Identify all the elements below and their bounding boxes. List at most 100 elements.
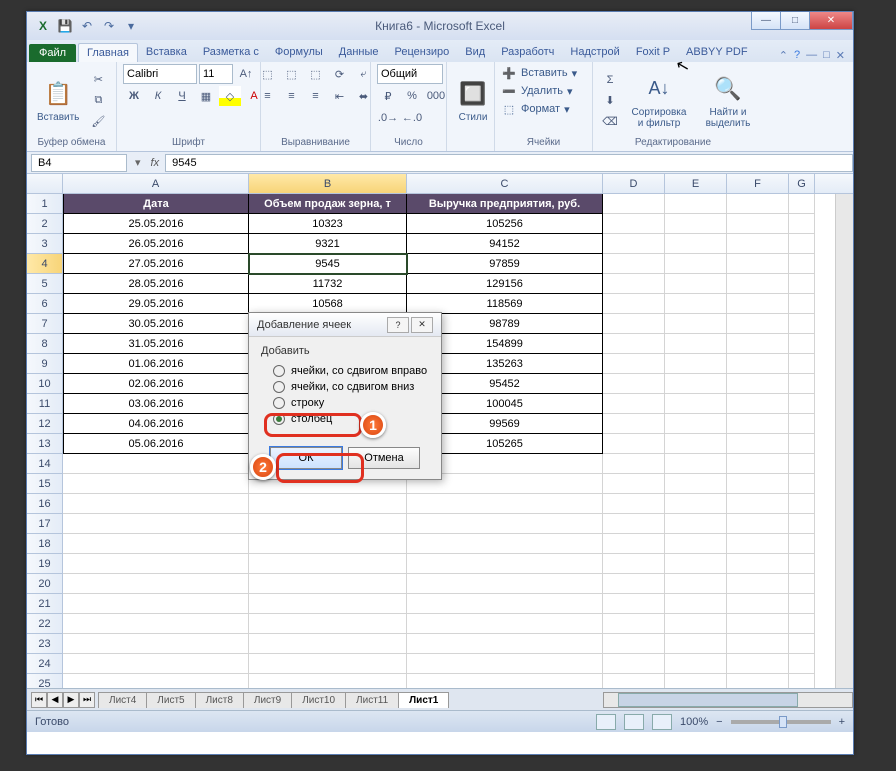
sheet-tab[interactable]: Лист8	[195, 692, 244, 708]
cell[interactable]	[727, 434, 789, 454]
align-left-icon[interactable]: ≡	[257, 86, 279, 106]
border-icon[interactable]: ▦	[195, 86, 217, 106]
cell[interactable]	[727, 554, 789, 574]
cell[interactable]: 29.05.2016	[63, 294, 249, 314]
cell[interactable]	[603, 494, 665, 514]
bold-button[interactable]: Ж	[123, 86, 145, 106]
decrease-decimal-icon[interactable]: ←.0	[401, 108, 423, 128]
indent-dec-icon[interactable]: ⇤	[329, 86, 351, 106]
cell[interactable]: 05.06.2016	[63, 434, 249, 454]
cell[interactable]	[665, 534, 727, 554]
cell[interactable]	[727, 394, 789, 414]
cell[interactable]	[665, 414, 727, 434]
cell[interactable]	[789, 274, 815, 294]
select-all-corner[interactable]	[27, 174, 63, 193]
cell[interactable]: 27.05.2016	[63, 254, 249, 274]
cell[interactable]	[727, 234, 789, 254]
cell[interactable]	[249, 634, 407, 654]
name-box[interactable]: B4	[31, 154, 127, 172]
cell[interactable]: 30.05.2016	[63, 314, 249, 334]
sheet-tab[interactable]: Лист1	[398, 692, 449, 708]
sheet-tab[interactable]: Лист10	[291, 692, 346, 708]
cell[interactable]	[789, 354, 815, 374]
row-header[interactable]: 16	[27, 494, 63, 514]
cell[interactable]	[727, 514, 789, 534]
cell[interactable]	[789, 514, 815, 534]
cell[interactable]	[603, 294, 665, 314]
format-painter-icon[interactable]: 🖌	[87, 112, 109, 132]
cell[interactable]: 02.06.2016	[63, 374, 249, 394]
number-format-select[interactable]	[377, 64, 443, 84]
row-header[interactable]: 8	[27, 334, 63, 354]
cell[interactable]: 10568	[249, 294, 407, 314]
fill-icon[interactable]: ⬇	[599, 91, 621, 111]
cell[interactable]	[603, 214, 665, 234]
tab-foxit p[interactable]: Foxit P	[628, 43, 678, 62]
cell[interactable]: 118569	[407, 294, 603, 314]
cell[interactable]	[665, 354, 727, 374]
cell[interactable]	[603, 434, 665, 454]
cell[interactable]	[789, 434, 815, 454]
tab-формулы[interactable]: Формулы	[267, 43, 331, 62]
sheet-nav-prev[interactable]: ◀	[47, 692, 63, 708]
column-header-C[interactable]: C	[407, 174, 603, 193]
row-header[interactable]: 25	[27, 674, 63, 688]
cell[interactable]	[249, 614, 407, 634]
cell[interactable]	[665, 574, 727, 594]
cell[interactable]: 94152	[407, 234, 603, 254]
italic-button[interactable]: К	[147, 86, 169, 106]
font-name-select[interactable]	[123, 64, 197, 84]
cell[interactable]	[789, 194, 815, 214]
close-button[interactable]: ✕	[809, 12, 853, 30]
radio-option-3[interactable]: столбец	[261, 411, 429, 427]
cell[interactable]	[603, 614, 665, 634]
cell[interactable]	[63, 654, 249, 674]
cell[interactable]: Объем продаж зерна, т	[249, 194, 407, 214]
cell[interactable]	[63, 514, 249, 534]
row-header[interactable]: 4	[27, 254, 63, 274]
insert-cells-button[interactable]: ➕Вставить▾	[501, 64, 577, 82]
cell[interactable]	[603, 314, 665, 334]
cell[interactable]	[789, 634, 815, 654]
cell[interactable]	[249, 654, 407, 674]
row-header[interactable]: 1	[27, 194, 63, 214]
row-header[interactable]: 3	[27, 234, 63, 254]
view-normal-icon[interactable]	[596, 714, 616, 730]
cell[interactable]	[665, 654, 727, 674]
cell[interactable]	[665, 374, 727, 394]
cell[interactable]	[63, 554, 249, 574]
tab-главная[interactable]: Главная	[78, 43, 138, 62]
cell[interactable]	[63, 674, 249, 688]
cell[interactable]	[603, 394, 665, 414]
sheet-nav-first[interactable]: ⏮	[31, 692, 47, 708]
percent-icon[interactable]: %	[401, 86, 423, 106]
redo-icon[interactable]: ↷	[99, 16, 119, 36]
cell[interactable]	[603, 654, 665, 674]
cell[interactable]	[789, 334, 815, 354]
cell[interactable]	[665, 334, 727, 354]
horizontal-scrollbar[interactable]	[603, 692, 853, 708]
row-header[interactable]: 18	[27, 534, 63, 554]
sheet-tab[interactable]: Лист4	[98, 692, 147, 708]
cell[interactable]	[665, 594, 727, 614]
cell[interactable]	[603, 554, 665, 574]
row-header[interactable]: 15	[27, 474, 63, 494]
cell[interactable]	[407, 614, 603, 634]
row-header[interactable]: 17	[27, 514, 63, 534]
view-pagebreak-icon[interactable]	[652, 714, 672, 730]
cell[interactable]	[603, 274, 665, 294]
tab-вставка[interactable]: Вставка	[138, 43, 195, 62]
cell[interactable]	[665, 674, 727, 688]
cell[interactable]: 31.05.2016	[63, 334, 249, 354]
row-header[interactable]: 24	[27, 654, 63, 674]
column-header-F[interactable]: F	[727, 174, 789, 193]
qat-dropdown-icon[interactable]: ▾	[121, 16, 141, 36]
row-header[interactable]: 22	[27, 614, 63, 634]
ribbon-minimize-icon[interactable]: ⌃	[779, 49, 788, 62]
cell[interactable]	[407, 534, 603, 554]
cell[interactable]	[63, 474, 249, 494]
currency-icon[interactable]: ₽	[377, 86, 399, 106]
cell[interactable]	[789, 554, 815, 574]
cell[interactable]	[63, 454, 249, 474]
cell[interactable]	[665, 214, 727, 234]
